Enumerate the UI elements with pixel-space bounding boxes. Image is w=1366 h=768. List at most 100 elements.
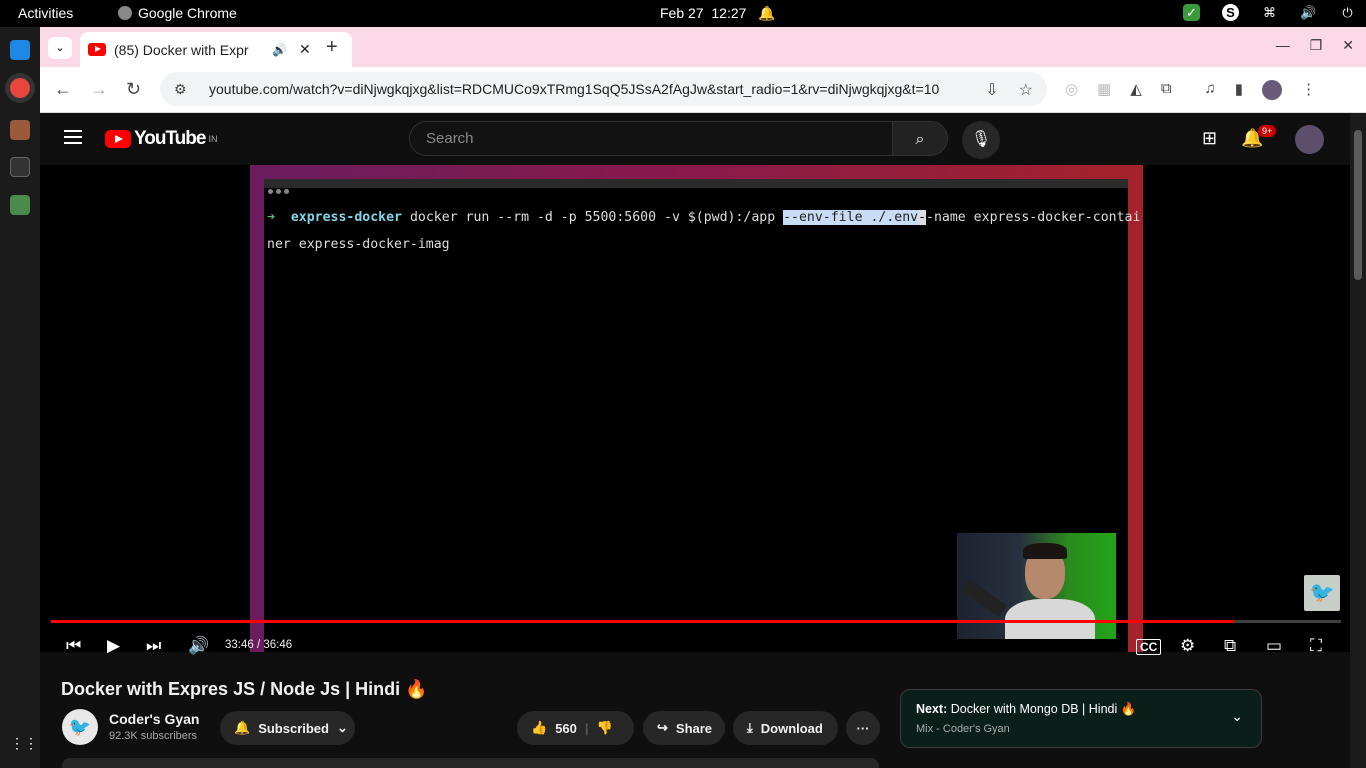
extension-1-icon[interactable]: ◎ xyxy=(1065,80,1078,100)
terminal-icon[interactable] xyxy=(10,157,30,177)
speaker-icon[interactable]: 🔊 xyxy=(272,43,287,57)
extension-3-icon[interactable]: ◭ xyxy=(1130,80,1142,100)
tab-strip: ⌄ (85) Docker with Expr 🔊 ✕ + — ❐ ✕ xyxy=(40,27,1366,67)
terminal-titlebar xyxy=(264,179,1128,194)
scrollbar-thumb[interactable] xyxy=(1354,130,1362,280)
up-next-subtitle: Mix - Coder's Gyan xyxy=(916,723,1010,735)
channel-name[interactable]: Coder's Gyan xyxy=(109,711,199,727)
account-avatar[interactable] xyxy=(1295,125,1324,154)
maximize-icon[interactable]: ❐ xyxy=(1310,37,1323,54)
voice-search-button[interactable]: 🎙 xyxy=(962,121,1000,159)
settings-gear-icon[interactable]: ⚙ xyxy=(1180,636,1195,656)
download-button[interactable]: ⤓ Download xyxy=(733,711,838,745)
play-icon[interactable]: ▶ xyxy=(107,636,120,656)
tab-title: (85) Docker with Expr xyxy=(114,41,249,58)
more-icon: ··· xyxy=(856,720,870,736)
more-actions-button[interactable]: ··· xyxy=(846,711,880,745)
browser-toolbar: ← → ↻ ⚙ youtube.com/watch?v=diNjwgkqjxg&… xyxy=(40,67,1366,113)
chrome-icon xyxy=(118,6,132,20)
bookmark-star-icon[interactable]: ☆ xyxy=(1019,80,1033,100)
like-icon[interactable]: 👍 xyxy=(531,720,547,736)
miniplayer-icon[interactable]: ⧉ xyxy=(1224,636,1236,656)
files-icon[interactable] xyxy=(10,120,30,140)
masthead: YouTube IN Search ⌕ 🎙 ⊞ 🔔 9+ xyxy=(40,113,1350,165)
volume-icon: 🔊 xyxy=(1300,5,1317,20)
youtube-favicon-icon xyxy=(88,43,106,56)
time-current: 33:46 xyxy=(225,639,254,651)
activities-button[interactable]: Activities xyxy=(18,5,73,21)
channel-avatar[interactable]: 🐦 xyxy=(62,709,98,745)
time-total: 36:46 xyxy=(263,639,293,651)
dislike-icon[interactable]: 👎 xyxy=(597,720,613,736)
site-info-icon[interactable]: ⚙ xyxy=(174,81,192,98)
youtube-logo-icon xyxy=(105,130,131,148)
youtube-page: YouTube IN Search ⌕ 🎙 ⊞ 🔔 9+ ➜ express-d… xyxy=(40,113,1350,768)
tab-search-button[interactable]: ⌄ xyxy=(48,37,72,59)
close-window-icon[interactable]: ✕ xyxy=(1342,37,1354,54)
chrome-dock-icon[interactable] xyxy=(10,78,30,98)
progress-bar[interactable] xyxy=(51,620,1341,623)
progress-played xyxy=(51,620,1234,623)
youtube-logo[interactable]: YouTube IN xyxy=(105,128,217,150)
vscode-icon[interactable] xyxy=(10,40,30,60)
video-player[interactable]: ➜ express-docker docker run --rm -d -p 5… xyxy=(40,165,1350,655)
subscribed-label: Subscribed xyxy=(258,720,329,736)
expand-chevron-icon[interactable]: ⌄ xyxy=(1231,708,1243,725)
cmd-selected: --env-file ./.env xyxy=(783,210,919,225)
close-tab-icon[interactable]: ✕ xyxy=(299,41,311,58)
share-label: Share xyxy=(675,720,713,736)
shield-icon: ✓ xyxy=(1183,4,1200,21)
extension-2-icon[interactable]: ▦ xyxy=(1097,80,1111,100)
url-text[interactable]: youtube.com/watch?v=diNjwgkqjxg&list=RDC… xyxy=(209,81,939,97)
recycle-icon[interactable] xyxy=(10,195,30,215)
like-count[interactable]: 560 xyxy=(555,721,577,736)
app-name: Google Chrome xyxy=(138,5,237,21)
app-menu[interactable]: Google Chrome xyxy=(118,5,237,21)
prompt-arrow: ➜ xyxy=(267,210,275,225)
time: 12:27 xyxy=(711,5,747,21)
network-icon: ⌘ xyxy=(1263,5,1276,20)
page-scrollbar[interactable] xyxy=(1350,113,1366,768)
youtube-logo-text: YouTube xyxy=(134,128,206,149)
next-icon[interactable]: ⏭ xyxy=(146,636,161,656)
new-tab-button[interactable]: + xyxy=(326,36,338,59)
profile-avatar[interactable] xyxy=(1262,80,1283,100)
install-app-icon[interactable]: ⇩ xyxy=(985,80,998,100)
address-bar[interactable]: ⚙ youtube.com/watch?v=diNjwgkqjxg&list=R… xyxy=(160,72,1047,106)
chevron-down-icon: ⌄ xyxy=(336,720,348,735)
previous-icon[interactable]: ⏮ xyxy=(66,636,81,656)
tab-youtube[interactable]: (85) Docker with Expr 🔊 ✕ xyxy=(80,32,352,67)
side-panel-icon[interactable]: ▮ xyxy=(1235,80,1243,100)
system-tray[interactable]: ✓ S ⌘ 🔊 ⏻ xyxy=(1183,4,1356,21)
notification-badge: 9+ xyxy=(1258,125,1277,137)
forward-icon[interactable]: → xyxy=(90,79,108,100)
fullscreen-icon[interactable]: ⛶ xyxy=(1310,636,1322,656)
create-video-icon[interactable]: ⊞ xyxy=(1202,128,1217,149)
divider: | xyxy=(584,720,589,736)
volume-icon[interactable]: 🔊 xyxy=(188,636,209,656)
video-title: Docker with Expres JS / Node Js | Hindi … xyxy=(61,679,428,699)
subscribed-button[interactable]: 🔔 Subscribed ⌄ xyxy=(220,711,355,745)
app-grid-icon[interactable]: ⋮⋮ xyxy=(10,735,38,755)
extensions-puzzle-icon[interactable]: ⧉ xyxy=(1161,80,1172,100)
back-icon[interactable]: ← xyxy=(54,79,72,100)
minimize-icon[interactable]: — xyxy=(1276,37,1290,54)
captions-icon[interactable]: CC xyxy=(1136,639,1162,655)
share-button[interactable]: ↪ Share xyxy=(643,711,725,745)
up-next-prefix: Next: xyxy=(916,702,948,716)
masthead-actions: ⊞ 🔔 xyxy=(1202,128,1264,149)
chrome-menu-icon[interactable]: ⋮ xyxy=(1301,80,1316,100)
guide-menu-icon[interactable] xyxy=(64,130,82,144)
channel-watermark[interactable]: 🐦 xyxy=(1304,575,1340,611)
theater-mode-icon[interactable]: ▭ xyxy=(1266,636,1282,656)
search-input[interactable]: Search xyxy=(409,121,893,156)
description-box[interactable] xyxy=(62,758,879,768)
search-placeholder: Search xyxy=(426,130,474,147)
search-button[interactable]: ⌕ xyxy=(892,121,948,156)
clock[interactable]: Feb 27 12:27 🔔 xyxy=(660,5,776,22)
alarm-icon: 🔔 xyxy=(758,5,776,21)
media-controls-icon[interactable]: ♫ xyxy=(1205,80,1216,100)
up-next-card[interactable]: Next: Docker with Mongo DB | Hindi 🔥 Mix… xyxy=(900,689,1262,748)
reload-icon[interactable]: ↻ xyxy=(126,79,141,100)
extension-icons: ◎ ▦ ◭ ⧉ ♫ ▮ ⋮ xyxy=(1065,80,1316,100)
